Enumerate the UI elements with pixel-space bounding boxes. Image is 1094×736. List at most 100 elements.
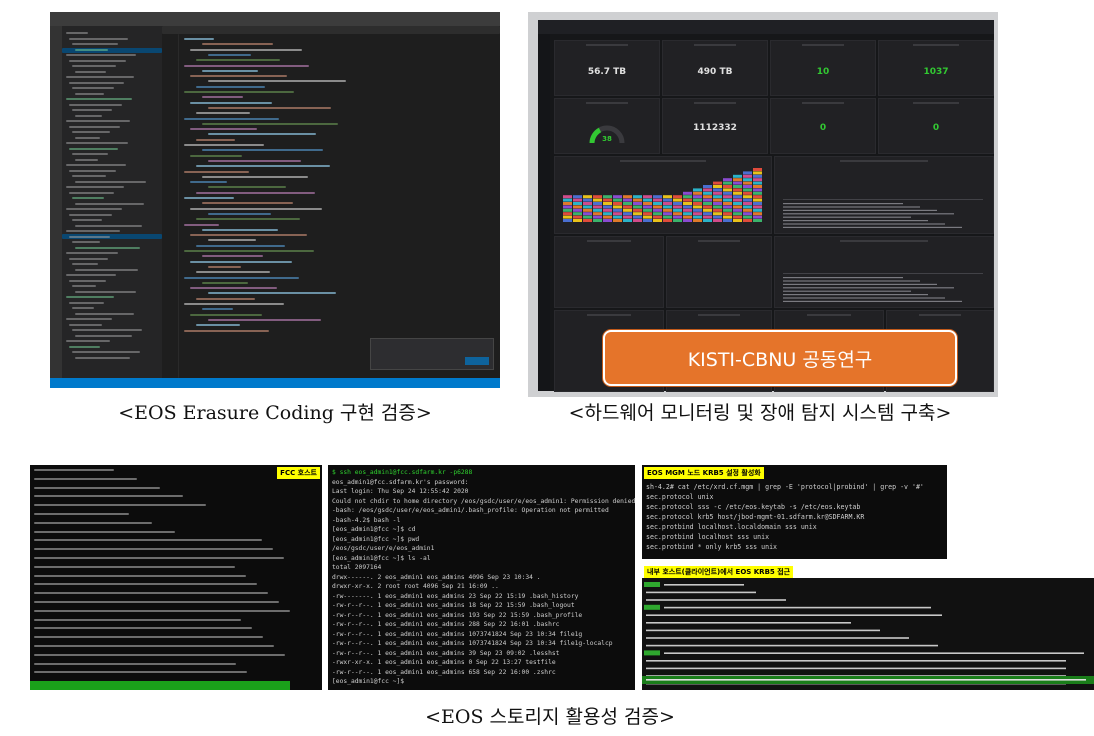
heatmap-cell	[723, 215, 732, 219]
explorer-line	[69, 81, 124, 84]
heatmap-cell	[733, 202, 742, 205]
explorer-line	[72, 87, 114, 89]
heatmap-cell	[653, 198, 662, 202]
terminal-line	[34, 504, 206, 507]
heatmap-cell	[563, 219, 572, 222]
explorer-line	[75, 202, 144, 205]
stat-panel-2: 490 TB	[662, 40, 768, 96]
code-line	[190, 48, 302, 51]
legend-line	[783, 223, 945, 225]
heatmap-cell	[693, 212, 702, 216]
heatmap-cell	[643, 198, 652, 202]
heatmap-cell	[563, 198, 572, 202]
vscode-screenshot	[50, 12, 500, 388]
heatmap-cell	[753, 208, 762, 212]
graph-panel-1	[554, 236, 664, 308]
explorer-line	[75, 136, 100, 139]
heatmap-cell	[583, 212, 592, 216]
explorer-line	[72, 131, 110, 133]
explorer-line	[69, 257, 108, 260]
heatmap-cell	[683, 219, 692, 222]
heatmap-cell	[613, 202, 622, 205]
code-line	[202, 308, 233, 311]
code-line	[196, 324, 240, 327]
heatmap-cell	[733, 219, 742, 222]
terminal-line	[34, 521, 152, 524]
heatmap-cell	[713, 198, 722, 202]
heatmap-cell	[703, 191, 712, 195]
heatmap-cell	[593, 195, 602, 199]
heatmap-cell	[673, 219, 682, 222]
terminal-line: -bash-4.2$ bash -l	[332, 516, 401, 524]
axis-line	[783, 273, 983, 274]
heatmap-cell	[633, 208, 642, 212]
heatmap-cell	[743, 212, 752, 216]
explorer-line	[75, 312, 134, 315]
heatmap-cell	[743, 181, 752, 185]
heatmap-cell	[593, 212, 602, 216]
explorer-line	[69, 125, 120, 128]
code-line	[190, 287, 277, 290]
explorer-line	[72, 351, 140, 353]
code-line	[196, 191, 315, 194]
list-panel	[774, 156, 994, 234]
heatmap-cell	[603, 208, 612, 212]
heatmap-cell	[613, 198, 622, 202]
list-panel-graphic	[783, 199, 983, 228]
heatmap-cell	[753, 181, 762, 185]
terminal-line	[34, 513, 129, 515]
heatmap-cell	[683, 198, 692, 202]
vscode-activity-bar	[50, 26, 62, 378]
code-line	[184, 144, 264, 146]
heatmap-cell	[583, 202, 592, 205]
heatmap-cell	[623, 205, 632, 209]
heatmap-cell	[753, 195, 762, 199]
caption-erasure-coding: <EOS Erasure Coding 구현 검증>	[118, 402, 432, 424]
heatmap-cell	[663, 195, 672, 199]
code-line	[202, 149, 323, 152]
heatmap-cell	[753, 185, 762, 188]
heatmap-cell	[693, 208, 702, 212]
heatmap-cell	[743, 188, 752, 192]
explorer-line	[75, 224, 142, 227]
heatmap-cell	[743, 191, 752, 195]
caption-hardware-monitoring: <하드웨어 모니터링 및 장애 탐지 시스템 구축>	[568, 402, 952, 424]
heatmap-cell	[573, 208, 582, 212]
explorer-line	[66, 98, 132, 100]
heatmap-cell	[673, 215, 682, 219]
heatmap-cell	[673, 205, 682, 209]
explorer-line	[72, 263, 98, 265]
code-line	[202, 281, 248, 284]
heatmap-cell	[753, 178, 762, 182]
legend-line	[783, 206, 920, 208]
explorer-line	[75, 246, 140, 249]
heatmap-cell	[653, 195, 662, 199]
fcc-host-terminal: FCC 호스트	[30, 465, 322, 690]
heatmap-cell	[693, 215, 702, 219]
code-line	[202, 202, 293, 205]
client-krb5-header: 내부 호스트(클라이언트)에서 EOS KRB5 접근	[644, 566, 794, 578]
heatmap-cell	[643, 208, 652, 212]
code-line	[208, 318, 321, 321]
code-line	[196, 244, 285, 247]
heatmap-cell	[693, 195, 702, 199]
heatmap-cell	[723, 178, 732, 182]
heatmap-cell	[613, 195, 622, 199]
heatmap-cell	[703, 185, 712, 188]
terminal-line	[34, 627, 252, 630]
terminal-line: Could not chdir to home directory /eos/g…	[332, 497, 635, 505]
explorer-line	[66, 164, 126, 166]
notification-button[interactable]	[465, 357, 489, 365]
heatmap-cell	[723, 208, 732, 212]
explorer-line	[66, 230, 120, 232]
legend-line	[783, 203, 903, 205]
terminal-line: -rw-r--r--. 1 eos_admin1 eos_admins 288 …	[332, 621, 560, 628]
heatmap-cell	[743, 195, 752, 199]
explorer-line	[72, 43, 118, 45]
heatmap-cell	[573, 205, 582, 209]
terminal-line	[34, 495, 183, 498]
explorer-line	[66, 32, 88, 34]
terminal-line	[34, 636, 263, 639]
explorer-line	[72, 65, 116, 67]
code-line	[208, 80, 346, 83]
